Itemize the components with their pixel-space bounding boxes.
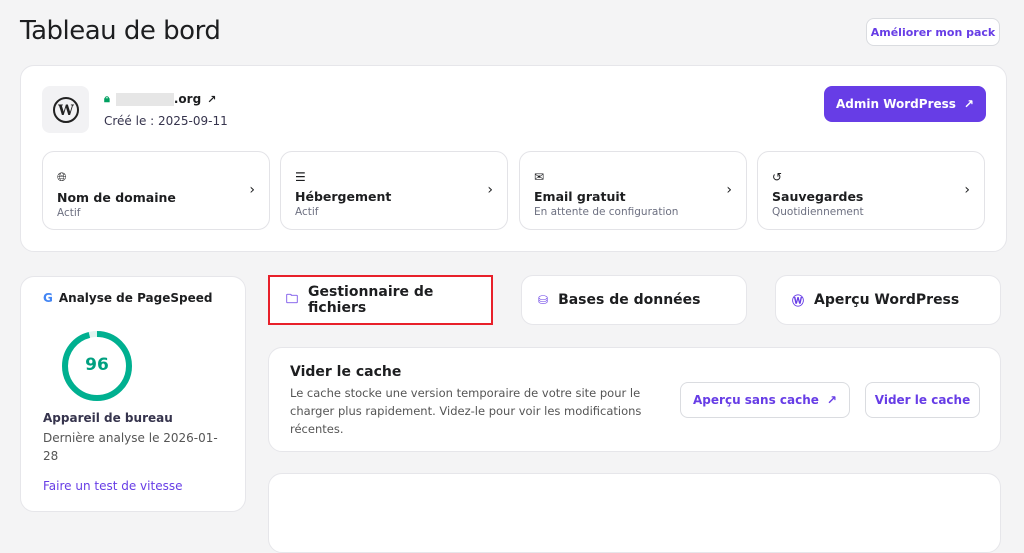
page-title: Tableau de bord: [20, 16, 221, 46]
tile-hosting[interactable]: ☰ Hébergement Actif ›: [280, 151, 508, 230]
admin-wordpress-button[interactable]: Admin WordPress ↗: [824, 86, 986, 122]
score-value: 96: [85, 355, 109, 375]
domain-redacted: [115, 92, 174, 106]
server-icon: ☰: [295, 170, 306, 184]
upgrade-plan-button[interactable]: Améliorer mon pack: [866, 18, 1000, 46]
chevron-right-icon: ›: [249, 182, 255, 198]
tile-title: Nom de domaine: [57, 190, 176, 205]
tile-backups[interactable]: ↺ Sauvegardes Quotidiennement ›: [757, 151, 985, 230]
svg-text:W: W: [57, 103, 74, 119]
lock-icon: 🔒︎: [104, 92, 110, 105]
clear-cache-button[interactable]: Vider le cache: [865, 382, 980, 418]
preview-no-cache-button[interactable]: Aperçu sans cache ↗: [680, 382, 850, 418]
site-domain-link[interactable]: .org: [174, 92, 201, 106]
tile-status: Quotidiennement: [772, 206, 864, 218]
external-link-icon: ↗: [963, 97, 974, 111]
database-icon: ⛁: [538, 293, 549, 307]
admin-wordpress-label: Admin WordPress: [836, 97, 956, 111]
chevron-right-icon: ›: [487, 182, 493, 198]
external-link-icon[interactable]: ↗: [207, 93, 216, 106]
site-card: W 🔒︎ .org ↗ Créé le : 2025-09-11 Admin W…: [20, 65, 1007, 252]
last-analysis: Dernière analyse le 2026-01-28: [43, 431, 218, 463]
tile-title: Email gratuit: [534, 189, 626, 204]
wordpress-icon: Ⓦ: [792, 293, 805, 308]
tile-status: En attente de configuration: [534, 206, 679, 218]
tile-title: Sauvegardes: [772, 189, 864, 204]
preview-label: Aperçu sans cache: [693, 393, 819, 407]
tile-status: Actif: [57, 207, 81, 219]
quick-label: Bases de données: [558, 292, 701, 308]
external-link-icon: ↗: [826, 393, 837, 407]
speed-test-link[interactable]: Faire un test de vitesse: [43, 479, 182, 493]
quick-label: Aperçu WordPress: [814, 292, 960, 308]
quick-label: Gestionnaire de fichiers: [308, 284, 434, 316]
cache-card: Vider le cache Le cache stocke une versi…: [268, 347, 1001, 452]
folder-icon: 🗀: [286, 291, 299, 306]
globe-icon: 🌐︎: [57, 170, 67, 184]
quick-file-manager[interactable]: 🗀 Gestionnaire de fichiers: [268, 275, 493, 325]
google-icon: G: [43, 291, 53, 305]
tile-status: Actif: [295, 206, 319, 218]
quick-wordpress-preview[interactable]: Ⓦ Aperçu WordPress: [775, 275, 1001, 325]
tile-domain[interactable]: 🌐︎ Nom de domaine Actif ›: [42, 151, 270, 230]
mail-icon: ✉: [534, 170, 545, 184]
history-icon: ↺: [772, 170, 783, 184]
tile-title: Hébergement: [295, 189, 392, 204]
cache-description: Le cache stocke une version temporaire d…: [290, 386, 642, 436]
tile-email[interactable]: ✉ Email gratuit En attente de configuratio…: [519, 151, 747, 230]
pagespeed-title: Analyse de PageSpeed: [58, 291, 213, 305]
quick-databases[interactable]: ⛁ Bases de données: [521, 275, 747, 325]
wordpress-logo-icon: W: [42, 86, 89, 133]
cache-title: Vider le cache: [290, 364, 402, 380]
bottom-card: [268, 473, 1001, 553]
pagespeed-card: G Analyse de PageSpeed 96 Appareil de bu…: [20, 276, 246, 512]
chevron-right-icon: ›: [726, 182, 732, 198]
created-date: Créé le : 2025-09-11: [104, 114, 228, 128]
device-label: Appareil de bureau: [43, 411, 173, 425]
chevron-right-icon: ›: [964, 182, 970, 198]
